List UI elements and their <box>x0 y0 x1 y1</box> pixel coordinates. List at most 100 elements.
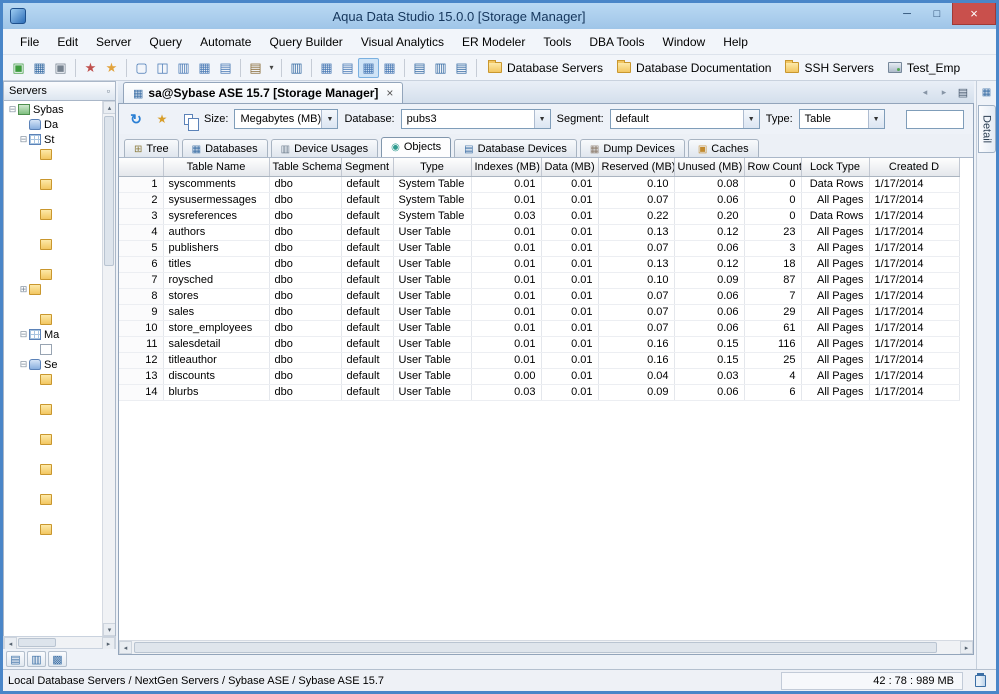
reserved-mb-cell[interactable]: 0.09 <box>598 384 675 401</box>
type-cell[interactable]: User Table <box>393 256 472 273</box>
table-name-cell[interactable]: salesdetail <box>163 336 270 353</box>
menu-item[interactable]: DBA Tools <box>580 31 653 53</box>
type-select[interactable]: Table ▼ <box>798 109 885 129</box>
filter-input[interactable] <box>906 109 964 129</box>
document-tab[interactable]: ▦ sa@Sybase ASE 15.7 [Storage Manager] × <box>123 82 404 103</box>
column-header[interactable]: Data (MB) <box>541 158 599 177</box>
data-mb-cell[interactable]: 0.01 <box>541 256 599 273</box>
lock-type-cell[interactable]: All Pages <box>801 224 870 241</box>
row-count-cell[interactable]: 0 <box>744 176 802 193</box>
indexes-mb-cell[interactable]: 0.03 <box>471 384 542 401</box>
table-row[interactable]: 8 stores dbo default User Table 0.01 0.0… <box>119 288 960 305</box>
row-number-cell[interactable]: 7 <box>119 272 164 289</box>
tree-item[interactable] <box>4 162 115 177</box>
scrollbar-thumb[interactable] <box>104 116 114 266</box>
indexes-mb-cell[interactable]: 0.00 <box>471 368 542 385</box>
tab-list-icon[interactable]: ▤ <box>955 84 971 100</box>
tab-tree[interactable]: ⊞ Tree <box>124 139 179 157</box>
servers-panel-icon[interactable]: ▤ <box>6 651 25 667</box>
table-name-cell[interactable]: titles <box>163 256 270 273</box>
files-panel-icon[interactable]: ▥ <box>27 651 46 667</box>
table-row[interactable]: 7 roysched dbo default User Table 0.01 0… <box>119 272 960 289</box>
segment-cell[interactable]: default <box>341 256 394 273</box>
tree-item[interactable] <box>4 252 115 267</box>
table-row[interactable]: 14 blurbs dbo default User Table 0.03 0.… <box>119 384 960 401</box>
tab-database-devices[interactable]: ▤ Database Devices <box>454 139 577 157</box>
database-select[interactable]: pubs3 ▼ <box>400 109 551 129</box>
segment-cell[interactable]: default <box>341 224 394 241</box>
table-name-cell[interactable]: sysreferences <box>163 208 270 225</box>
minimize-button[interactable]: ─ <box>892 3 922 25</box>
table-row[interactable]: 4 authors dbo default User Table 0.01 0.… <box>119 224 960 241</box>
lock-type-cell[interactable]: All Pages <box>801 192 870 209</box>
column-header[interactable]: Table Schema <box>269 158 342 177</box>
unused-mb-cell[interactable]: 0.09 <box>674 272 745 289</box>
size-select[interactable]: Megabytes (MB) ▼ <box>234 109 339 129</box>
reserved-mb-cell[interactable]: 0.13 <box>598 224 675 241</box>
indexes-mb-cell[interactable]: 0.01 <box>471 272 542 289</box>
row-number-cell[interactable]: 4 <box>119 224 164 241</box>
data-mb-cell[interactable]: 0.01 <box>541 336 599 353</box>
row-number-cell[interactable]: 5 <box>119 240 164 257</box>
shortcut-database-documentation[interactable]: Database Documentation <box>610 60 778 75</box>
segment-cell[interactable]: default <box>341 208 394 225</box>
tree-item[interactable] <box>4 192 115 207</box>
tree-item[interactable] <box>4 432 115 447</box>
table-row[interactable]: 1 syscomments dbo default System Table 0… <box>119 176 960 193</box>
data-mb-cell[interactable]: 0.01 <box>541 352 599 369</box>
segment-cell[interactable]: default <box>341 336 394 353</box>
column-header[interactable]: Segment <box>341 158 394 177</box>
tree-item[interactable]: ⊞ <box>4 282 115 297</box>
column-header[interactable]: Reserved (MB) <box>598 158 675 177</box>
table-name-cell[interactable]: syscomments <box>163 176 270 193</box>
data-mb-cell[interactable]: 0.01 <box>541 384 599 401</box>
created-date-cell[interactable]: 1/17/2014 <box>869 304 960 321</box>
row-number-cell[interactable]: 9 <box>119 304 164 321</box>
maximize-button[interactable]: □ <box>922 3 952 25</box>
column-header[interactable]: Unused (MB) <box>674 158 745 177</box>
tree-horizontal-scrollbar[interactable]: ◂ ▸ <box>3 636 116 650</box>
remove-server-icon[interactable]: ▣ <box>50 58 71 78</box>
new-window-icon[interactable]: ▢ <box>131 58 152 78</box>
reserved-mb-cell[interactable]: 0.16 <box>598 352 675 369</box>
row-count-cell[interactable]: 3 <box>744 240 802 257</box>
automation-icon[interactable]: ★ <box>80 58 101 78</box>
reserved-mb-cell[interactable]: 0.07 <box>598 288 675 305</box>
shortcut-database-servers[interactable]: Database Servers <box>481 60 610 75</box>
memory-indicator[interactable]: 42 : 78 : 989 MB <box>781 671 963 690</box>
tree-item[interactable] <box>4 267 115 282</box>
table-row[interactable]: 6 titles dbo default User Table 0.01 0.0… <box>119 256 960 273</box>
scroll-down-icon[interactable]: ▾ <box>103 623 115 636</box>
indexes-mb-cell[interactable]: 0.01 <box>471 336 542 353</box>
row-number-cell[interactable]: 3 <box>119 208 164 225</box>
lock-type-cell[interactable]: All Pages <box>801 240 870 257</box>
tree-expander-icon[interactable]: ⊟ <box>18 359 29 370</box>
column-header[interactable] <box>119 158 164 177</box>
data-mb-cell[interactable]: 0.01 <box>541 240 599 257</box>
split-window-icon[interactable]: ◫ <box>152 58 173 78</box>
created-date-cell[interactable]: 1/17/2014 <box>869 368 960 385</box>
row-count-cell[interactable]: 25 <box>744 352 802 369</box>
storage-manager-grid-icon[interactable]: ▦ <box>358 57 379 78</box>
scrollbar-track[interactable] <box>103 114 115 623</box>
tree-item[interactable] <box>4 342 115 357</box>
created-date-cell[interactable]: 1/17/2014 <box>869 240 960 257</box>
tree-item[interactable] <box>4 522 115 537</box>
row-count-cell[interactable]: 4 <box>744 368 802 385</box>
grid-horizontal-scrollbar[interactable]: ◂ ▸ <box>119 640 973 654</box>
row-number-cell[interactable]: 14 <box>119 384 164 401</box>
tree-expander-icon[interactable]: ⊟ <box>7 104 18 115</box>
column-header[interactable]: Created D <box>869 158 960 177</box>
data-mb-cell[interactable]: 0.01 <box>541 304 599 321</box>
row-number-cell[interactable]: 13 <box>119 368 164 385</box>
list-view-icon[interactable]: ▥ <box>430 58 451 78</box>
table-name-cell[interactable]: store_employees <box>163 320 270 337</box>
unused-mb-cell[interactable]: 0.15 <box>674 352 745 369</box>
unused-mb-cell[interactable]: 0.12 <box>674 256 745 273</box>
tree-item[interactable] <box>4 372 115 387</box>
table-schema-cell[interactable]: dbo <box>269 192 342 209</box>
tile-windows-icon[interactable]: ▦ <box>194 58 215 78</box>
tab-dump-devices[interactable]: ▦ Dump Devices <box>579 139 685 157</box>
created-date-cell[interactable]: 1/17/2014 <box>869 192 960 209</box>
reserved-mb-cell[interactable]: 0.16 <box>598 336 675 353</box>
